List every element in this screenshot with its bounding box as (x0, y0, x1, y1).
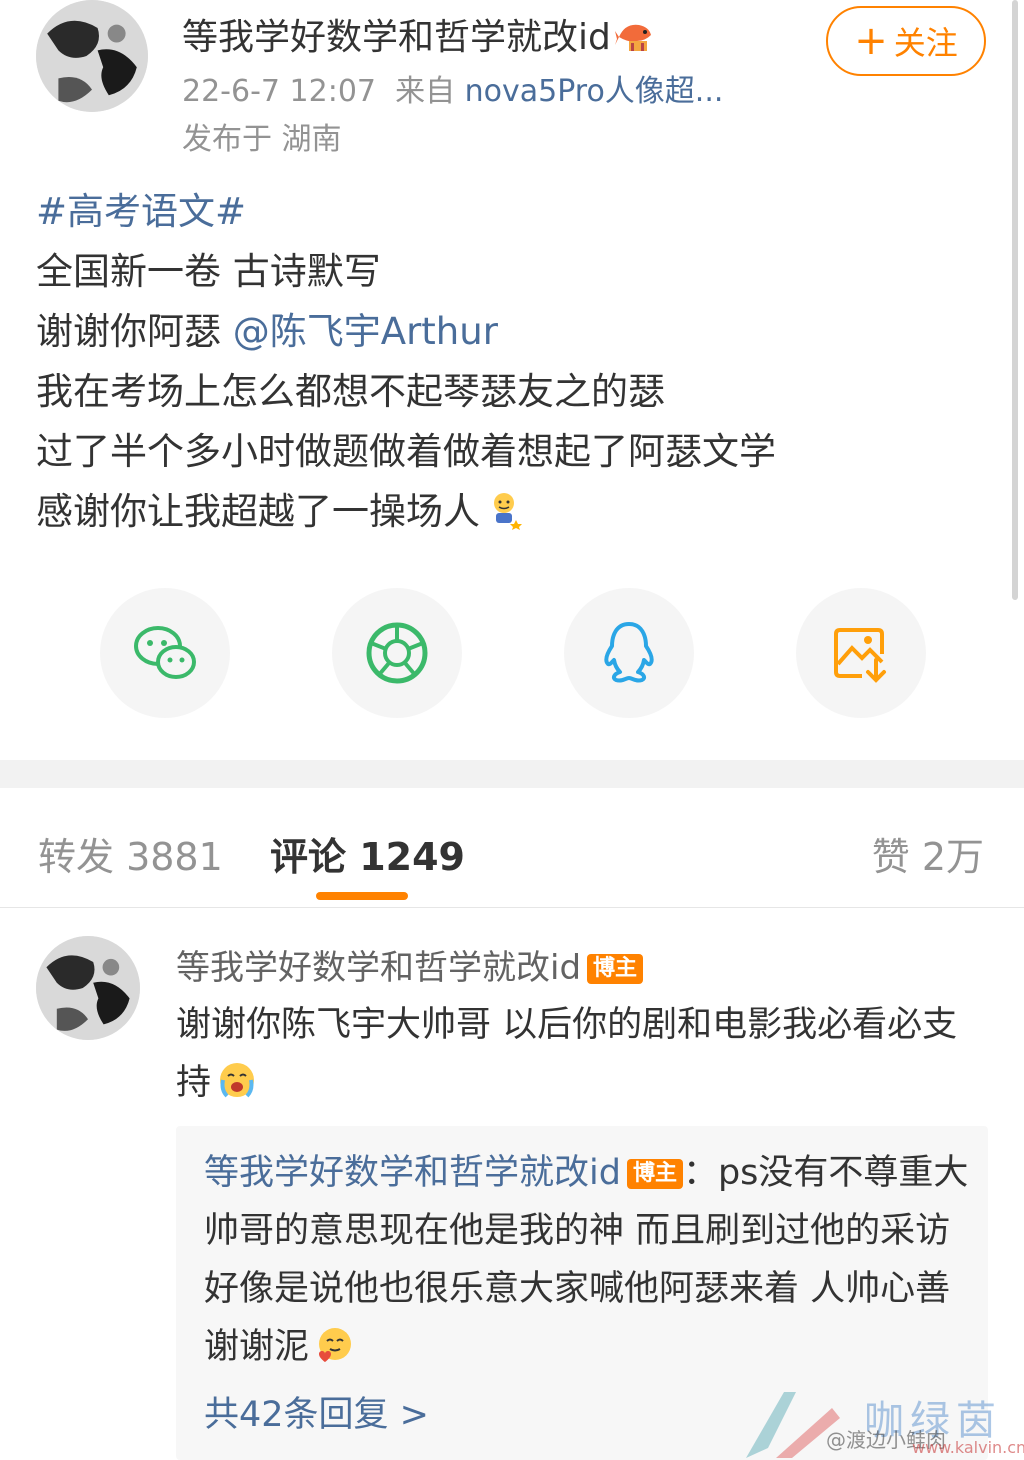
post-line: 全国新一卷 古诗默写 (36, 250, 381, 293)
save-image-button[interactable] (796, 588, 926, 718)
reply-author-name[interactable]: 等我学好数学和哲学就改id (204, 1153, 621, 1193)
share-wechat-button[interactable] (100, 588, 230, 718)
qq-icon (604, 622, 654, 683)
author-badge: 博主 (626, 1159, 683, 1189)
source-device-link[interactable]: nova5Pro人像超... (465, 74, 724, 109)
reply-text: 等我学好数学和哲学就改id 博主 ：ps没有不尊重大帅哥的意思现在他是我的神 而且刷… (204, 1153, 969, 1367)
scrollbar[interactable] (1012, 0, 1018, 600)
share-row (0, 588, 1024, 718)
tab-likes[interactable]: 赞 2万 (872, 826, 984, 881)
follow-button[interactable]: + 关注 (826, 6, 986, 76)
post-line: 感谢你让我超越了一操场人 (36, 490, 480, 533)
post-body: #高考语文# 全国新一卷 古诗默写 谢谢你阿瑟 @陈飞宇Arthur 我在考场上… (36, 182, 776, 542)
wechat-icon (134, 626, 196, 679)
post-timestamp: 22-6-7 12:07 (182, 74, 376, 109)
active-tab-indicator (316, 892, 408, 900)
watermark: 咖绿茵 @渡边小鲑肉 www.kalvin.cn (736, 1388, 1024, 1460)
heart-face-emoji-icon (315, 1324, 355, 1364)
hashtag-link[interactable]: #高考语文# (36, 190, 246, 233)
section-divider (0, 760, 1024, 788)
tab-comments[interactable]: 评论 1249 (270, 826, 465, 881)
post-author-avatar[interactable] (36, 0, 148, 112)
source-prefix: 来自 (395, 74, 456, 109)
comment-author-avatar[interactable] (36, 936, 140, 1040)
sitting-emoji-icon (486, 488, 526, 530)
share-qq-button[interactable] (564, 588, 694, 718)
avatar-image (36, 0, 148, 112)
interaction-tabs: 转发 3881 评论 1249 赞 2万 (0, 788, 1024, 908)
avatar-image (36, 936, 140, 1040)
post-line: 我在考场上怎么都想不起琴瑟友之的瑟 (36, 370, 665, 413)
moments-icon (366, 622, 428, 684)
author-badge: 博主 (587, 954, 644, 984)
share-moments-button[interactable] (332, 588, 462, 718)
view-replies-link[interactable]: 共42条回复 > (204, 1386, 429, 1437)
follow-label: 关注 (893, 24, 958, 62)
post-line: 过了半个多小时做题做着做着想起了阿瑟文学 (36, 430, 776, 473)
tab-reposts[interactable]: 转发 3881 (38, 826, 223, 881)
post-author-name[interactable]: 等我学好数学和哲学就改id (182, 8, 655, 60)
crying-emoji-icon (217, 1060, 257, 1100)
post-line: 谢谢你阿瑟 (36, 310, 233, 353)
save-image-icon (834, 628, 886, 683)
comment-author-name[interactable]: 等我学好数学和哲学就改id 博主 (176, 940, 644, 989)
post-meta: 22-6-7 12:07 来自 nova5Pro人像超... (182, 66, 723, 110)
mention-link[interactable]: @陈飞宇Arthur (233, 310, 498, 353)
plus-icon: + (854, 18, 888, 64)
comment-text: 谢谢你陈飞宇大帅哥 以后你的剧和电影我必看必支持 (176, 1005, 958, 1103)
watermark-url: www.kalvin.cn (912, 1438, 1024, 1457)
post-location: 发布于 湖南 (182, 122, 342, 157)
koi-fish-icon (614, 15, 655, 55)
